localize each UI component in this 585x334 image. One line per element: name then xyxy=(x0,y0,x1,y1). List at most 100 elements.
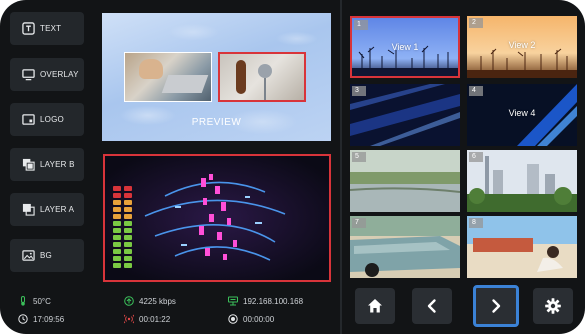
laptop-shape xyxy=(161,75,209,93)
meter-segment xyxy=(113,228,121,233)
meter-segment xyxy=(124,207,132,212)
preview-layer-laptop-image xyxy=(124,52,212,102)
source-7-thumbnail xyxy=(350,216,460,278)
source-8-thumbnail xyxy=(467,216,577,278)
source-tile-7[interactable]: 7 xyxy=(350,216,460,278)
chevron-right-icon xyxy=(487,297,505,315)
thermometer-icon xyxy=(18,296,28,306)
preview-layer-studio-image xyxy=(218,52,306,102)
source-tile-4[interactable]: 4 View 4 xyxy=(467,84,577,146)
logo-icon xyxy=(22,113,35,126)
program-audio-meter-right xyxy=(124,186,132,270)
logo-layer-button[interactable]: LOGO xyxy=(10,103,84,136)
bitrate-value: 4225 kbps xyxy=(139,296,176,306)
layer-a-icon xyxy=(22,203,35,216)
clock-icon xyxy=(18,314,28,324)
source-view-label: View 4 xyxy=(508,108,536,118)
text-layer-label: TEXT xyxy=(40,24,62,33)
record-icon xyxy=(228,314,238,324)
upload-icon xyxy=(124,296,134,306)
settings-button[interactable] xyxy=(533,288,573,324)
home-icon xyxy=(366,297,384,315)
monitor-icon xyxy=(22,68,35,81)
program-window[interactable] xyxy=(103,154,331,282)
clock-value: 17:09:56 xyxy=(33,314,65,324)
meter-segment xyxy=(124,200,132,205)
network-icon xyxy=(228,296,238,306)
program-neon-art xyxy=(105,156,329,280)
program-audio-meter-left xyxy=(113,186,121,270)
record-time-value: 00:00:00 xyxy=(243,314,275,324)
meter-segment xyxy=(124,214,132,219)
layer-a-label: LAYER A xyxy=(40,205,75,214)
meter-segment xyxy=(124,186,132,191)
chevron-left-icon xyxy=(423,297,441,315)
meter-segment xyxy=(113,235,121,240)
ip-status: 192.168.100.168 xyxy=(228,296,303,306)
overlay-layer-label: OVERLAY xyxy=(40,70,79,79)
source-number-badge: 2 xyxy=(469,18,483,28)
preview-window[interactable]: PREVIEW xyxy=(102,13,331,141)
meter-segment xyxy=(113,256,121,261)
layer-b-button[interactable]: LAYER B xyxy=(10,148,84,181)
stream-time-status: 00:01:22 xyxy=(124,314,170,324)
meter-segment xyxy=(113,214,121,219)
bitrate-status: 4225 kbps xyxy=(124,296,176,306)
source-tile-6[interactable]: 6 xyxy=(467,150,577,212)
meter-segment xyxy=(113,242,121,247)
source-number-badge: 8 xyxy=(469,218,483,228)
overlay-layer-button[interactable]: OVERLAY xyxy=(10,58,84,91)
source-view-label: View 2 xyxy=(508,40,536,50)
source-number-badge: 3 xyxy=(352,86,366,96)
clock-status: 17:09:56 xyxy=(18,314,64,324)
source-number-badge: 1 xyxy=(354,20,368,30)
meter-segment xyxy=(113,200,121,205)
hand-shape xyxy=(139,59,163,79)
meter-segment xyxy=(124,256,132,261)
meter-segment xyxy=(124,228,132,233)
source-number-badge: 6 xyxy=(469,152,483,162)
meter-segment xyxy=(113,249,121,254)
meter-segment xyxy=(124,242,132,247)
source-tile-8[interactable]: 8 xyxy=(467,216,577,278)
text-icon xyxy=(22,22,35,35)
source-tile-5[interactable]: 5 xyxy=(350,150,460,212)
meter-segment xyxy=(124,235,132,240)
source-tile-3[interactable]: 3 xyxy=(350,84,460,146)
layer-b-label: LAYER B xyxy=(40,160,75,169)
meter-segment xyxy=(113,193,121,198)
panel-divider xyxy=(340,0,342,334)
source-6-thumbnail xyxy=(467,150,577,212)
source-number-badge: 5 xyxy=(352,152,366,162)
gear-icon xyxy=(544,297,562,315)
meter-segment xyxy=(124,221,132,226)
temperature-value: 50°C xyxy=(33,296,51,306)
source-3-thumbnail xyxy=(350,84,460,146)
bg-layer-label: BG xyxy=(40,251,52,260)
meter-segment xyxy=(124,263,132,268)
source-tile-2[interactable]: 2 View 2 xyxy=(467,16,577,78)
source-tile-1[interactable]: 1 View 1 xyxy=(350,16,460,78)
text-layer-button[interactable]: TEXT xyxy=(10,12,84,45)
record-time-status: 00:00:00 xyxy=(228,314,274,324)
layer-button-column: TEXT OVERLAY LOGO LAYER B LAYER A BG xyxy=(10,12,84,274)
mic-stand-shape xyxy=(264,78,266,100)
layer-b-icon xyxy=(22,158,35,171)
stream-time-value: 00:01:22 xyxy=(139,314,171,324)
previous-button[interactable] xyxy=(412,288,452,324)
bg-layer-button[interactable]: BG xyxy=(10,239,84,272)
meter-segment xyxy=(113,263,121,268)
source-number-badge: 4 xyxy=(469,86,483,96)
layer-a-button[interactable]: LAYER A xyxy=(10,193,84,226)
next-button[interactable] xyxy=(473,285,519,327)
meter-segment xyxy=(113,221,121,226)
image-icon xyxy=(22,249,35,262)
source-number-badge: 7 xyxy=(352,218,366,228)
logo-layer-label: LOGO xyxy=(40,115,64,124)
guitar-shape xyxy=(236,60,246,94)
preview-label: PREVIEW xyxy=(191,117,242,128)
meter-segment xyxy=(124,249,132,254)
source-view-label: View 1 xyxy=(391,42,419,52)
home-button[interactable] xyxy=(355,288,395,324)
meter-segment xyxy=(113,186,121,191)
